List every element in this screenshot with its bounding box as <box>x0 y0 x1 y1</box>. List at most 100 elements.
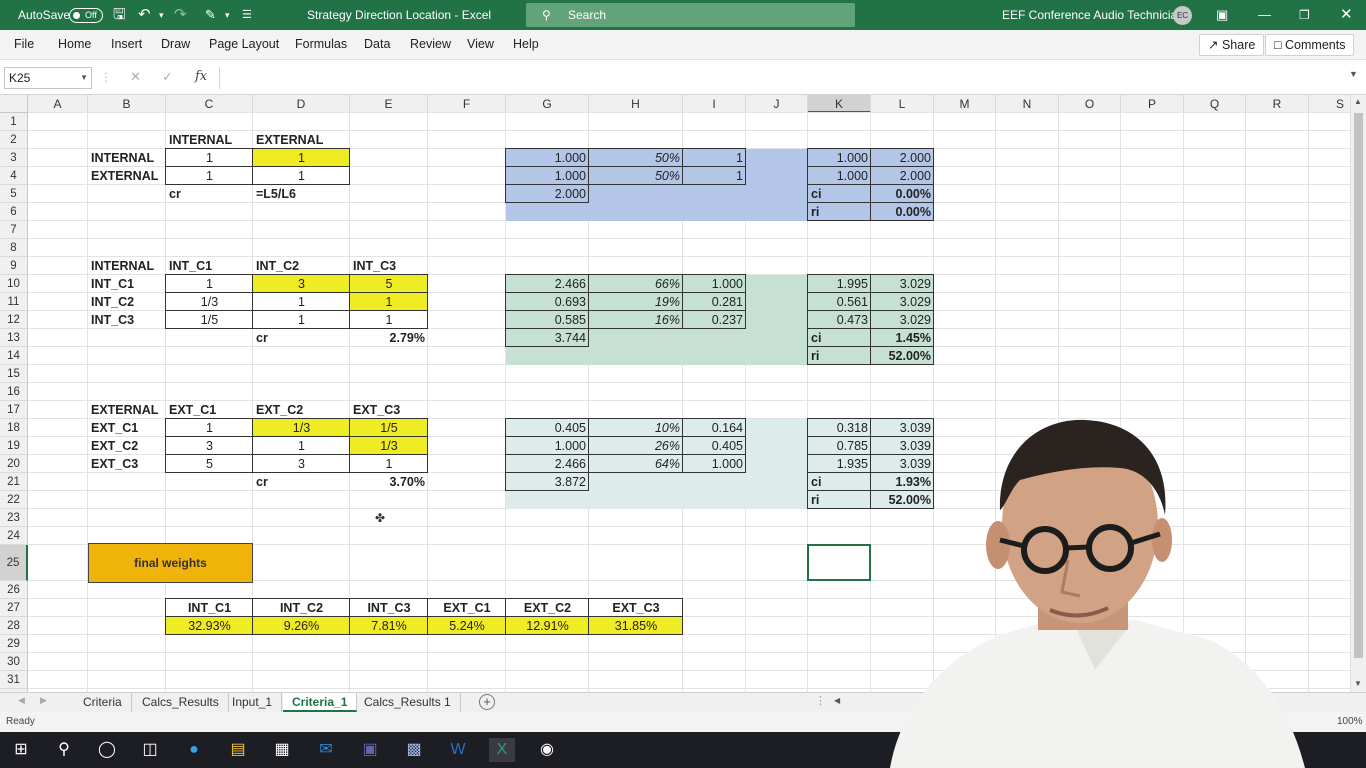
cell-b12[interactable]: INT_C3 <box>88 311 166 329</box>
cell-d4[interactable]: 1 <box>253 167 350 185</box>
row-header-2[interactable]: 2 <box>0 131 28 149</box>
cell-g19[interactable]: 1.000 <box>506 437 589 455</box>
customize-qat-icon[interactable]: ☰ <box>242 0 252 30</box>
cell-k18[interactable]: 0.318 <box>808 419 871 437</box>
comments-button[interactable]: □ Comments <box>1265 34 1355 56</box>
cell-g4[interactable]: 1.000 <box>506 167 589 185</box>
tab-split-icon[interactable]: ⋮ <box>815 694 826 707</box>
cell-d20[interactable]: 3 <box>253 455 350 473</box>
row-header-7[interactable]: 7 <box>0 221 28 239</box>
final-header-1[interactable]: INT_C2 <box>253 599 350 617</box>
cell-e13[interactable]: 2.79% <box>350 329 428 347</box>
cell-k5[interactable]: ci <box>808 185 871 203</box>
scroll-thumb[interactable] <box>1354 113 1363 658</box>
row-header-8[interactable]: 8 <box>0 239 28 257</box>
close-icon[interactable]: ✕ <box>1340 0 1353 30</box>
tab-next-icon[interactable]: ▶ <box>40 695 47 706</box>
menu-view[interactable]: View <box>467 30 494 60</box>
cell-b4[interactable]: EXTERNAL <box>88 167 166 185</box>
name-box[interactable]: K25 ▼ <box>4 67 92 89</box>
cell-e18[interactable]: 1/5 <box>350 419 428 437</box>
cell-h19[interactable]: 26% <box>589 437 683 455</box>
cell-d13[interactable]: cr <box>253 329 350 347</box>
avatar[interactable]: EC <box>1173 6 1192 25</box>
autosave-toggle[interactable]: Off <box>69 8 103 23</box>
cell-c17[interactable]: EXT_C1 <box>166 401 253 419</box>
cell-i20[interactable]: 1.000 <box>683 455 746 473</box>
menu-help[interactable]: Help <box>513 30 539 60</box>
row-header-25[interactable]: 25 <box>0 545 28 581</box>
ribbon-display-icon[interactable]: ▣ <box>1216 0 1228 30</box>
row-header-31[interactable]: 31 <box>0 671 28 689</box>
cell-h10[interactable]: 66% <box>589 275 683 293</box>
cell-l14[interactable]: 52.00% <box>871 347 934 365</box>
row-header-20[interactable]: 20 <box>0 455 28 473</box>
cell-g13[interactable]: 3.744 <box>506 329 589 347</box>
final-value-3[interactable]: 5.24% <box>428 617 506 635</box>
cell-g3[interactable]: 1.000 <box>506 149 589 167</box>
row-header-16[interactable]: 16 <box>0 383 28 401</box>
search-box[interactable]: ⚲ Search <box>526 3 855 27</box>
row-header-18[interactable]: 18 <box>0 419 28 437</box>
final-value-2[interactable]: 7.81% <box>350 617 428 635</box>
final-header-4[interactable]: EXT_C2 <box>506 599 589 617</box>
windows-start-icon[interactable]: ⊞ <box>8 738 34 762</box>
store-icon[interactable]: ▦ <box>269 738 295 762</box>
cell-c3[interactable]: 1 <box>166 149 253 167</box>
undo-icon[interactable]: ↶ <box>138 0 151 30</box>
menu-review[interactable]: Review <box>410 30 451 60</box>
cell-c11[interactable]: 1/3 <box>166 293 253 311</box>
obs-icon[interactable]: ◉ <box>534 738 560 762</box>
final-header-5[interactable]: EXT_C3 <box>589 599 683 617</box>
cell-k22[interactable]: ri <box>808 491 871 509</box>
cell-i4[interactable]: 1 <box>683 167 746 185</box>
column-header-i[interactable]: I <box>683 95 746 113</box>
cell-i3[interactable]: 1 <box>683 149 746 167</box>
cell-k14[interactable]: ri <box>808 347 871 365</box>
row-header-15[interactable]: 15 <box>0 365 28 383</box>
cell-b9[interactable]: INTERNAL <box>88 257 166 275</box>
cell-c4[interactable]: 1 <box>166 167 253 185</box>
search-icon[interactable]: ⚲ <box>51 738 77 762</box>
cell-b11[interactable]: INT_C2 <box>88 293 166 311</box>
share-button[interactable]: ↗ Share <box>1199 34 1265 56</box>
cell-e12[interactable]: 1 <box>350 311 428 329</box>
menu-page-layout[interactable]: Page Layout <box>209 30 279 60</box>
column-header-a[interactable]: A <box>28 95 88 113</box>
row-header-6[interactable]: 6 <box>0 203 28 221</box>
edge-icon[interactable]: ● <box>181 738 207 762</box>
final-header-0[interactable]: INT_C1 <box>166 599 253 617</box>
mail-icon[interactable]: ✉ <box>313 738 339 762</box>
row-header-27[interactable]: 27 <box>0 599 28 617</box>
cell-h4[interactable]: 50% <box>589 167 683 185</box>
cell-i12[interactable]: 0.237 <box>683 311 746 329</box>
row-header-13[interactable]: 13 <box>0 329 28 347</box>
cortana-icon[interactable]: ◯ <box>94 738 120 762</box>
cell-k3[interactable]: 1.000 <box>808 149 871 167</box>
cell-e9[interactable]: INT_C3 <box>350 257 428 275</box>
cell-e19[interactable]: 1/3 <box>350 437 428 455</box>
cell-g11[interactable]: 0.693 <box>506 293 589 311</box>
cell-k6[interactable]: ri <box>808 203 871 221</box>
cell-l11[interactable]: 3.029 <box>871 293 934 311</box>
formula-input[interactable] <box>219 67 1361 89</box>
row-header-10[interactable]: 10 <box>0 275 28 293</box>
save-icon[interactable]: 🖫 <box>113 0 126 30</box>
undo-dropdown-icon[interactable]: ▾ <box>159 0 164 30</box>
cell-k21[interactable]: ci <box>808 473 871 491</box>
row-header-21[interactable]: 21 <box>0 473 28 491</box>
row-header-14[interactable]: 14 <box>0 347 28 365</box>
column-header-m[interactable]: M <box>934 95 996 113</box>
column-header-c[interactable]: C <box>166 95 253 113</box>
cell-b18[interactable]: EXT_C1 <box>88 419 166 437</box>
word-icon[interactable]: W <box>445 738 471 762</box>
cell-l5[interactable]: 0.00% <box>871 185 934 203</box>
cell-k10[interactable]: 1.995 <box>808 275 871 293</box>
final-value-1[interactable]: 9.26% <box>253 617 350 635</box>
cell-d2[interactable]: EXTERNAL <box>253 131 350 149</box>
cell-g18[interactable]: 0.405 <box>506 419 589 437</box>
cell-d5[interactable]: =L5/L6 <box>253 185 350 203</box>
column-header-d[interactable]: D <box>253 95 350 113</box>
cell-k13[interactable]: ci <box>808 329 871 347</box>
cell-d12[interactable]: 1 <box>253 311 350 329</box>
